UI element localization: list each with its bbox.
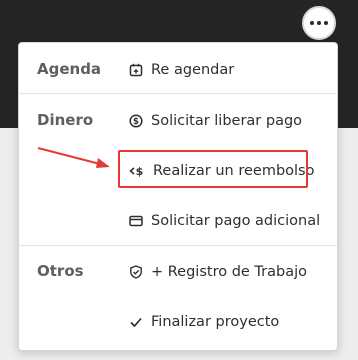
annotation-arrow-icon [37,147,110,168]
